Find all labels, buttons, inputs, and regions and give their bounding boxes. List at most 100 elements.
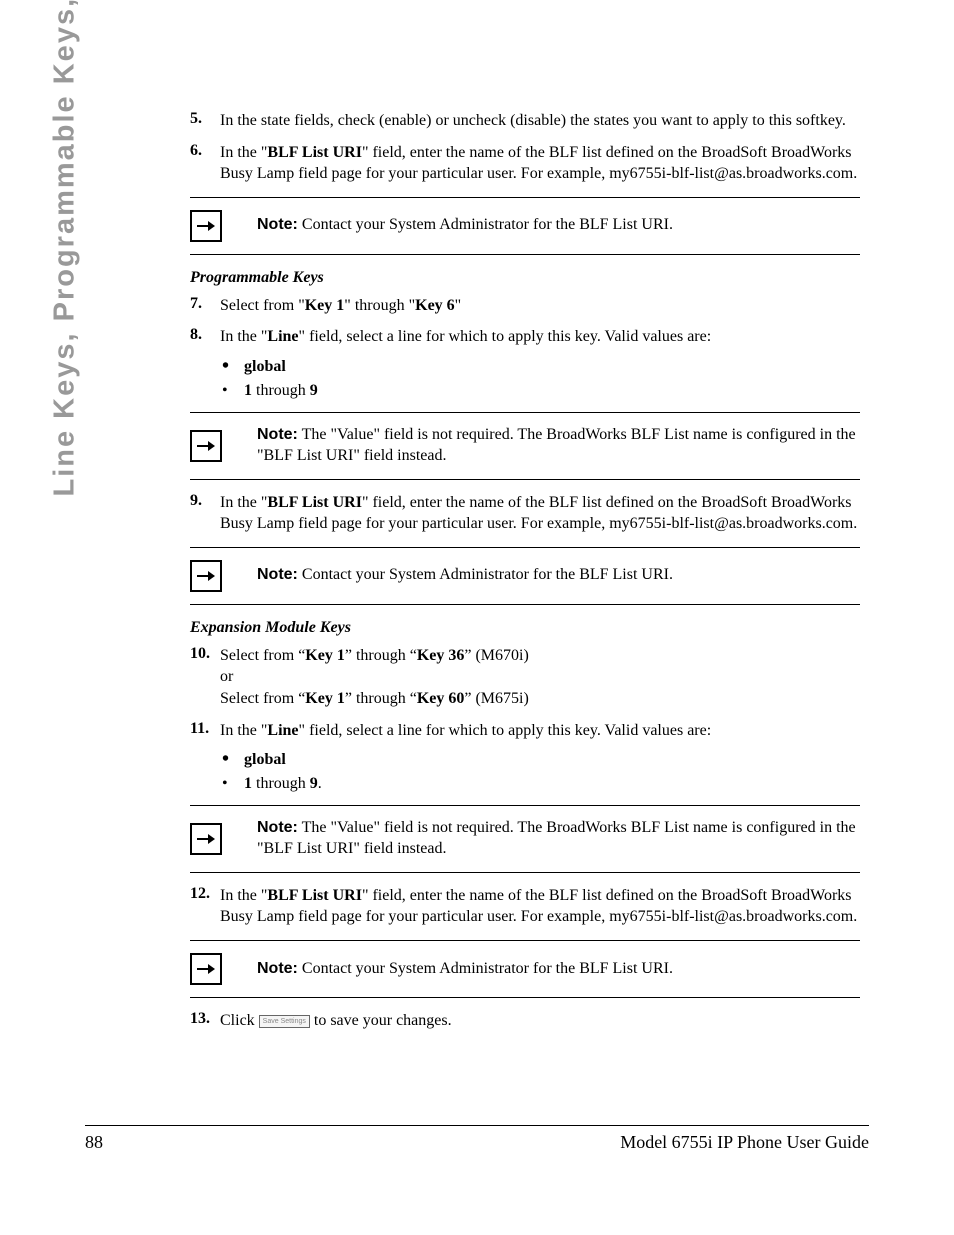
step-body: In the "Line" field, select a line for w… <box>220 326 860 348</box>
text: to save your changes. <box>310 1012 452 1029</box>
bold-text: Key 60 <box>417 690 465 707</box>
divider <box>190 604 860 605</box>
divider <box>190 805 860 806</box>
step-body: In the "BLF List URI" field, enter the n… <box>220 142 860 185</box>
list-item: 1 through 9 <box>222 382 860 400</box>
step-body: Select from “Key 1” through “Key 36” (M6… <box>220 645 860 710</box>
text: ” (M675i) <box>464 690 528 707</box>
page-footer: 88 Model 6755i IP Phone User Guide <box>85 1125 869 1153</box>
bold-text: BLF List URI <box>267 887 362 904</box>
list-item: 1 through 9. <box>222 775 860 793</box>
text: ” through “ <box>345 647 417 664</box>
step-body: In the "Line" field, select a line for w… <box>220 720 860 742</box>
step-num: 7. <box>190 295 220 317</box>
subheading-prog-keys: Programmable Keys <box>190 269 860 287</box>
note-row: Note: Contact your System Administrator … <box>190 200 860 252</box>
step-12: 12. In the "BLF List URI" field, enter t… <box>190 885 860 928</box>
step-num: 13. <box>190 1010 220 1032</box>
text: or <box>220 668 233 685</box>
divider <box>190 940 860 941</box>
step-num: 9. <box>190 492 220 535</box>
bold-text: BLF List URI <box>267 144 362 161</box>
bold-text: Key 1 <box>305 647 345 664</box>
text: ” (M670i) <box>464 647 528 664</box>
bold-text: Key 1 <box>305 690 345 707</box>
step-num: 5. <box>190 110 220 132</box>
text: In the " <box>220 328 267 345</box>
note-block: Note: Contact your System Administrator … <box>190 197 860 255</box>
note-row: Note: Contact your System Administrator … <box>190 550 860 602</box>
text: Click <box>220 1012 259 1029</box>
note-block: Note: Contact your System Administrator … <box>190 547 860 605</box>
text: " through " <box>344 297 415 314</box>
note-text: Note: Contact your System Administrator … <box>257 565 673 586</box>
step-body: In the "BLF List URI" field, enter the n… <box>220 885 860 928</box>
note-block: Note: Contact your System Administrator … <box>190 940 860 998</box>
text: The "Value" field is not required. The B… <box>257 819 856 857</box>
note-text: Note: The "Value" field is not required.… <box>257 425 860 467</box>
text: In the " <box>220 494 267 511</box>
step-10: 10. Select from “Key 1” through “Key 36”… <box>190 645 860 710</box>
arrow-icon <box>190 823 222 855</box>
text: Contact your System Administrator for th… <box>298 216 673 233</box>
step-num: 12. <box>190 885 220 928</box>
list-item: global <box>222 358 860 376</box>
step-body: In the state fields, check (enable) or u… <box>220 110 860 132</box>
divider <box>190 872 860 873</box>
step-num: 11. <box>190 720 220 742</box>
bold-text: Key 1 <box>305 297 345 314</box>
text: In the " <box>220 887 267 904</box>
note-row: Note: Contact your System Administrator … <box>190 943 860 995</box>
bold-text: Line <box>267 722 298 739</box>
step-8: 8. In the "Line" field, select a line fo… <box>190 326 860 348</box>
bold-text: 9 <box>310 775 318 792</box>
text: through <box>252 775 310 792</box>
step-6: 6. In the "BLF List URI" field, enter th… <box>190 142 860 185</box>
bold-text: Line <box>267 328 298 345</box>
note-row: Note: The "Value" field is not required.… <box>190 808 860 870</box>
step-body: In the "BLF List URI" field, enter the n… <box>220 492 860 535</box>
text: In the " <box>220 144 267 161</box>
save-settings-button[interactable]: Save Settings <box>259 1015 310 1028</box>
note-label: Note: <box>257 426 298 443</box>
footer-title: Model 6755i IP Phone User Guide <box>620 1132 869 1153</box>
note-label: Note: <box>257 216 298 233</box>
text: " field, select a line for which to appl… <box>299 328 712 345</box>
note-text: Note: The "Value" field is not required.… <box>257 818 860 860</box>
bold-text: 9 <box>310 382 318 399</box>
step-5: 5. In the state fields, check (enable) o… <box>190 110 860 132</box>
bold-text: global <box>244 358 286 375</box>
text: Select from “ <box>220 690 305 707</box>
note-text: Note: Contact your System Administrator … <box>257 959 673 980</box>
divider <box>190 997 860 998</box>
bold-text: 1 <box>244 382 252 399</box>
divider <box>190 254 860 255</box>
step-9: 9. In the "BLF List URI" field, enter th… <box>190 492 860 535</box>
text: ” through “ <box>345 690 417 707</box>
text: In the " <box>220 722 267 739</box>
divider <box>190 547 860 548</box>
divider <box>190 479 860 480</box>
bold-text: 1 <box>244 775 252 792</box>
arrow-icon <box>190 210 222 242</box>
bold-text: BLF List URI <box>267 494 362 511</box>
step-7: 7. Select from "Key 1" through "Key 6" <box>190 295 860 317</box>
bold-text: global <box>244 751 286 768</box>
subheading-expansion: Expansion Module Keys <box>190 619 860 637</box>
list-item: global <box>222 751 860 769</box>
bullet-list: global 1 through 9. <box>222 751 860 793</box>
step-body: Click Save Settings to save your changes… <box>220 1010 860 1032</box>
note-block: Note: The "Value" field is not required.… <box>190 412 860 480</box>
step-13: 13. Click Save Settings to save your cha… <box>190 1010 860 1032</box>
step-11: 11. In the "Line" field, select a line f… <box>190 720 860 742</box>
arrow-icon <box>190 953 222 985</box>
bold-text: Key 6 <box>415 297 455 314</box>
page-number: 88 <box>85 1132 103 1153</box>
main-content: 5. In the state fields, check (enable) o… <box>190 110 860 1042</box>
note-label: Note: <box>257 566 298 583</box>
bullet-list: global 1 through 9 <box>222 358 860 400</box>
step-body: Select from "Key 1" through "Key 6" <box>220 295 860 317</box>
note-text: Note: Contact your System Administrator … <box>257 215 673 236</box>
divider <box>190 412 860 413</box>
text: Select from “ <box>220 647 305 664</box>
